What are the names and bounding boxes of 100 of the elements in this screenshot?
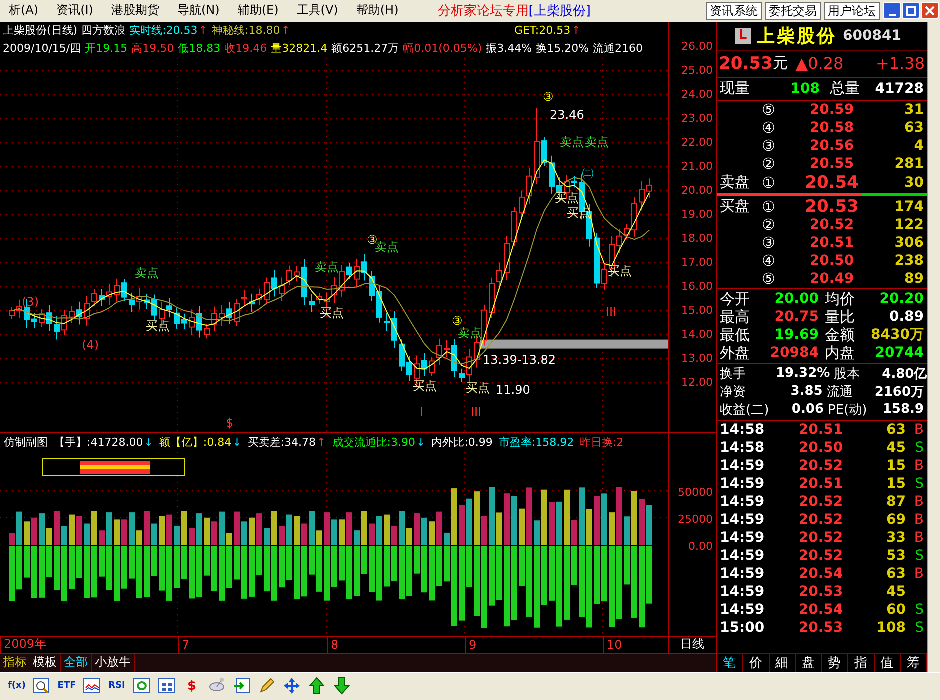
menu-item[interactable]: 析(A) [0,0,48,21]
candle [459,368,465,382]
tick-volume: 69 [886,512,906,528]
book-rank: ① [762,174,776,192]
quote-tab[interactable]: 指 [848,654,874,672]
indicator-tab[interactable]: 模板 [30,654,61,672]
menu-item[interactable]: 辅助(E) [228,0,288,21]
menu-item[interactable]: 工具(V) [288,0,348,21]
book-rank: ⑤ [762,270,776,288]
candle [406,355,412,382]
tick-price: 20.52 [798,512,844,528]
trend-arrow: ↑ [572,24,581,38]
candle [519,190,525,220]
indicator-tab[interactable]: 小放牛 [92,654,135,672]
candle [136,288,142,310]
tick-volume: 33 [886,530,906,546]
quote-tab[interactable]: 势 [822,654,848,672]
price-axis-label: 24.00 [680,86,714,103]
candle [242,289,248,307]
book-rank: ① [762,198,776,216]
menu-item[interactable]: 导航(N) [168,0,229,21]
quote-tab[interactable]: 笔 [717,654,744,672]
price-change-percent: +1.38 [876,54,925,74]
top-button[interactable]: 资讯系统 [706,2,762,20]
time-axis-label: 9 [469,638,477,652]
stat-label: PE(动) [827,402,868,419]
price-change: ▲0.28 [796,54,844,74]
minimize-button[interactable] [883,2,901,20]
top-button[interactable]: 委托交易 [765,2,821,20]
indicator-value: 额【亿】:0.84 [159,434,232,450]
candle [632,196,638,237]
tick-price: 20.53 [798,620,844,636]
maximize-button[interactable] [902,2,920,20]
chart-annotation: ㈡ [582,164,594,182]
toolbar-button[interactable]: ETF [56,675,78,698]
indicator-tab[interactable]: 指标 [0,654,30,672]
stat-value: 20.75 [774,309,819,326]
book-price: 20.55 [808,156,856,172]
toolbar-button[interactable]: f(x) [6,675,28,698]
stat-label: 股本 [833,366,862,383]
candle [526,167,532,205]
stat-value: 158.9 [882,402,924,418]
candle [309,294,315,312]
candle [399,338,405,372]
tick-volume: 15 [886,458,906,474]
quote-tab[interactable]: 細 [770,654,796,672]
price-axis-label: 20.00 [680,182,714,199]
menu-item[interactable]: 帮助(H) [347,0,408,21]
tick-time: 14:59 [720,476,766,492]
candle [362,253,368,281]
toolbar-button[interactable]: $ [181,675,203,698]
candle [376,285,382,323]
candle [264,276,270,305]
menu-item[interactable]: 港股期货 [102,0,168,21]
quote-tab[interactable]: 值 [874,654,901,672]
indicator-tab[interactable]: 全部 [61,654,92,672]
tick-time: 14:59 [720,566,766,582]
candle [369,270,375,302]
candle [54,316,60,340]
candle [646,178,652,198]
down-arrow-button[interactable] [331,675,353,698]
tick-side: S [914,548,924,564]
quote-tab[interactable]: 盘 [796,654,822,672]
candle [16,298,22,318]
candle [512,206,518,246]
candle [496,262,502,290]
tick-side: B [913,530,924,546]
stat-label: 量比 [824,308,856,327]
chart-annotation: 买点 [413,378,437,395]
chart-annotation: 买点 [466,380,490,397]
toolbar-button[interactable]: RSI [106,675,128,698]
close-button[interactable] [921,2,939,20]
candle [144,293,150,310]
menu-item[interactable]: 资讯(I) [48,0,102,21]
stat-value: 20.20 [878,291,924,308]
indicator-value: 买卖差:34.78 [248,434,316,450]
time-axis-label: 10 [607,638,622,652]
tick-side: B [913,458,924,474]
stat-label: 均价 [824,290,856,309]
top-button[interactable]: 用户论坛 [824,2,880,20]
candle [354,258,360,288]
bar-stat: 高19.50 [132,41,174,56]
candle [189,308,195,336]
book-volume: 281 [894,156,924,172]
book-rank: ③ [762,234,776,252]
stat-value: 108 [790,80,820,97]
bar-stat: 换15.20% [536,41,590,56]
book-volume: 306 [894,234,924,251]
bar-stat: 量32821.4 [271,41,328,56]
chart-annotation: 13.39-13.82 [483,352,556,367]
candle [549,154,555,194]
candle [174,307,180,329]
quote-tab[interactable]: 价 [743,654,770,672]
stat-value: 0.89 [888,309,924,326]
candle [212,306,218,332]
candle [166,297,172,318]
candle [249,293,255,312]
up-arrow-button[interactable] [306,675,328,698]
trend-arrow: ↑ [317,436,326,449]
tick-price: 20.51 [798,422,844,438]
